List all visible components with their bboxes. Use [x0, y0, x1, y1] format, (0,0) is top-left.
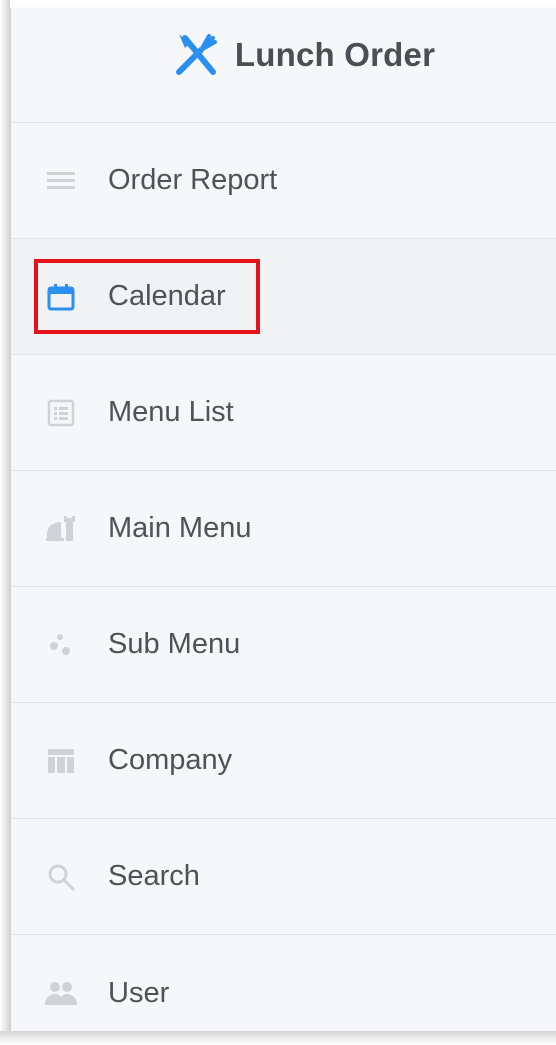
- calendar-icon: [43, 279, 79, 315]
- utensils-crossed-icon: [175, 34, 217, 75]
- list-icon: [43, 395, 79, 431]
- sidebar-frame: Lunch Order Order Report Calendar Menu L…: [0, 0, 556, 1045]
- nav-item-label: Company: [108, 744, 233, 776]
- building-icon: [43, 743, 79, 779]
- sidebar: Lunch Order Order Report Calendar Menu L…: [10, 8, 556, 1031]
- nav-item-company[interactable]: Company: [11, 703, 556, 819]
- nav-item-user[interactable]: User: [11, 935, 556, 1045]
- food-tray-icon: [43, 511, 79, 547]
- nav-item-order-report[interactable]: Order Report: [11, 123, 556, 239]
- users-icon: [43, 975, 79, 1011]
- nav-item-calendar[interactable]: Calendar: [11, 239, 556, 355]
- search-icon: [43, 859, 79, 895]
- nav-item-label: User: [108, 976, 170, 1009]
- nav-item-main-menu[interactable]: Main Menu: [11, 471, 556, 587]
- nav-item-label: Sub Menu: [108, 628, 241, 660]
- nav-item-label: Search: [108, 860, 200, 892]
- dots-icon: [43, 627, 79, 663]
- frame-shadow-left: [0, 0, 10, 1045]
- nav-item-label: Calendar: [108, 280, 226, 312]
- nav-item-menu-list[interactable]: Menu List: [11, 355, 556, 471]
- brand: Lunch Order: [171, 30, 435, 80]
- brand-header[interactable]: Lunch Order: [11, 8, 556, 123]
- nav-item-sub-menu[interactable]: Sub Menu: [11, 587, 556, 703]
- brand-title: Lunch Order: [234, 36, 436, 73]
- nav-item-search[interactable]: Search: [11, 819, 556, 935]
- nav-item-label: Menu List: [108, 396, 234, 428]
- nav-item-label: Main Menu: [108, 512, 252, 544]
- nav-item-label: Order Report: [108, 164, 278, 196]
- lines-icon: [43, 163, 79, 199]
